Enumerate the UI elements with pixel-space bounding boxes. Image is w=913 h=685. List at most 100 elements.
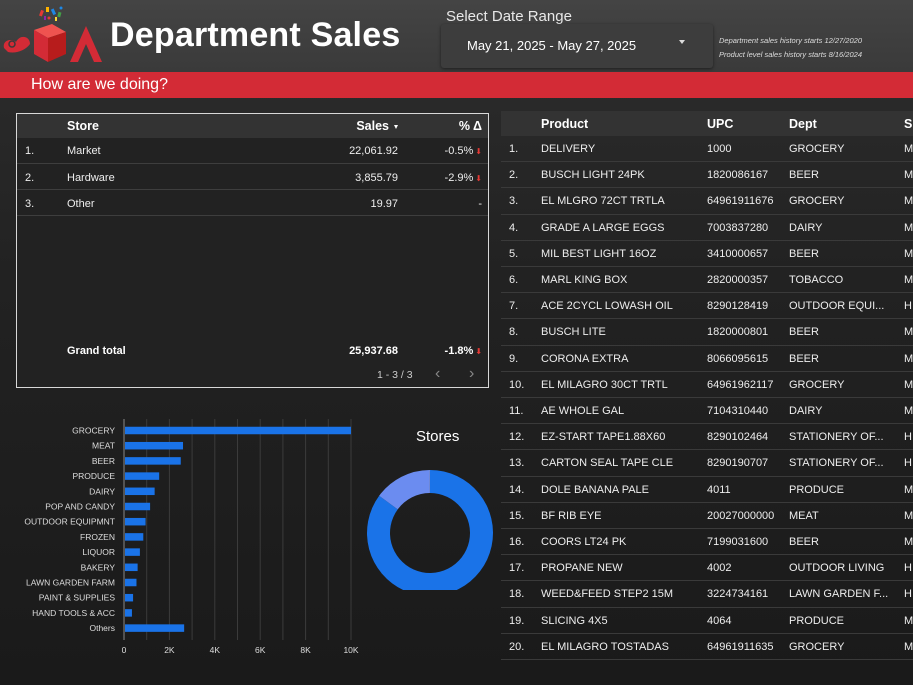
table-row[interactable]: 4. GRADE A LARGE EGGS 7003837280 DAIRY M	[501, 215, 913, 241]
table-row[interactable]: 3. Other 19.97 -	[17, 190, 488, 216]
product-store: H	[904, 457, 912, 470]
chevron-left-icon[interactable]: ‹	[435, 365, 440, 383]
table-row[interactable]: 1. Market 22,061.92 -0.5% ⬇	[17, 138, 488, 164]
product-upc: 2820000357	[707, 274, 769, 286]
bar[interactable]	[125, 533, 144, 541]
grand-total-label: Grand total	[67, 345, 126, 357]
table-row[interactable]: 2. Hardware 3,855.79 -2.9% ⬇	[17, 164, 488, 190]
column-header-pct-change[interactable]: % Δ	[459, 119, 482, 133]
category-label: PRODUCE	[72, 471, 115, 481]
product-upc: 3410000657	[707, 247, 769, 260]
product-name: EL MLGRO 72CT TRTLA	[541, 195, 665, 208]
product-store: M	[904, 143, 913, 155]
bar[interactable]	[125, 426, 351, 435]
bar[interactable]	[125, 548, 140, 556]
product-name: DOLE BANANA PALE	[541, 483, 650, 496]
row-index: 4.	[509, 221, 519, 234]
history-note-department: Department sales history starts 12/27/20…	[719, 36, 862, 45]
category-label: LAWN GARDEN FARM	[26, 578, 115, 588]
table-row[interactable]: 5. MIL BEST LIGHT 16OZ 3410000657 BEER M	[501, 241, 913, 267]
bar[interactable]	[125, 593, 134, 602]
column-header-sales[interactable]: Sales	[356, 119, 398, 133]
column-header-upc[interactable]: UPC	[707, 117, 733, 131]
table-row[interactable]: 16. COORS LT24 PK 7199031600 BEER M	[501, 529, 913, 556]
table-row[interactable]: 17. PROPANE NEW 4002 OUTDOOR LIVING H	[501, 555, 913, 582]
product-store: M	[904, 509, 913, 522]
table-row[interactable]: 6. MARL KING BOX 2820000357 TOBACCO M	[501, 267, 913, 294]
section-banner: How are we doing?	[0, 72, 913, 98]
category-label: HAND TOOLS & ACC	[32, 608, 115, 618]
table-row[interactable]: 12. EZ-START TAPE1.88X60 8290102464 STATION…	[501, 424, 913, 451]
bar[interactable]	[125, 487, 155, 496]
store-pct-change: -	[478, 198, 482, 210]
category-label: POP AND CANDY	[45, 502, 115, 512]
chevron-right-icon[interactable]: ›	[469, 365, 474, 383]
product-upc: 1000	[707, 143, 732, 155]
table-row[interactable]: 3. EL MLGRO 72CT TRTLA 64961911676 GROCERY M	[501, 188, 913, 215]
table-row[interactable]: 9. CORONA EXTRA 8066095615 BEER M	[501, 346, 913, 372]
table-row[interactable]: 2. BUSCH LIGHT 24PK 1820086167 BEER M	[501, 162, 913, 189]
column-header-dept[interactable]: Dept	[789, 117, 889, 131]
product-upc: 64961962117	[707, 378, 774, 391]
date-range-value: May 21, 2025 - May 27, 2025	[467, 38, 637, 53]
bar[interactable]	[125, 457, 181, 465]
arrow-down-icon: ⬇	[475, 347, 482, 356]
category-label: MEAT	[92, 441, 115, 451]
pct-value: -0.5%	[444, 145, 474, 157]
table-row[interactable]: 14. DOLE BANANA PALE 4011 PRODUCE M	[501, 477, 913, 503]
row-index: 18.	[509, 588, 525, 601]
column-header-store[interactable]: S	[904, 117, 913, 131]
row-index: 20.	[509, 640, 525, 653]
product-dept: BEER	[789, 536, 819, 548]
product-name: AE WHOLE GAL	[541, 405, 625, 417]
bar[interactable]	[125, 578, 137, 587]
product-store: H	[904, 562, 912, 575]
bar[interactable]	[125, 624, 185, 632]
product-upc: 64961911676	[707, 195, 774, 208]
store-name: Market	[67, 145, 101, 157]
product-dept: BEER	[789, 169, 819, 182]
stores-donut-chart: Stores	[360, 420, 500, 590]
table-row[interactable]: 20. EL MILAGRO TOSTADAS 64961911635 GROCERY…	[501, 634, 913, 660]
bar[interactable]	[125, 517, 146, 526]
table-row[interactable]: 10. EL MILAGRO 30CT TRTL 64961962117 GROCER…	[501, 372, 913, 398]
pct-value: -1.8%	[444, 345, 474, 357]
row-index: 5.	[509, 247, 519, 260]
header: Department Sales Select Date Range May 2…	[0, 0, 913, 72]
table-row[interactable]: 15. BF RIB EYE 20027000000 MEAT M	[501, 503, 913, 529]
category-label: Others	[89, 623, 115, 633]
table-row[interactable]: 8. BUSCH LITE 1820000801 BEER M	[501, 319, 913, 346]
table-row[interactable]: 7. ACE 2CYCL LOWASH OIL 8290128419 OUTDOOR …	[501, 293, 913, 320]
column-header-store[interactable]: Store	[67, 119, 99, 133]
product-name: COORS LT24 PK	[541, 536, 627, 548]
arrow-down-icon: ⬇	[475, 174, 482, 183]
bar[interactable]	[125, 441, 184, 450]
row-index: 16.	[509, 536, 525, 548]
table-row[interactable]: 11. AE WHOLE GAL 7104310440 DAIRY M	[501, 398, 913, 425]
date-range-picker[interactable]: May 21, 2025 - May 27, 2025	[441, 24, 713, 68]
product-store: M	[904, 274, 913, 286]
table-row[interactable]: 13. CARTON SEAL TAPE CLE 8290190707 STATION…	[501, 450, 913, 477]
column-header-product[interactable]: Product	[541, 117, 588, 131]
row-index: 3.	[25, 198, 35, 210]
bar[interactable]	[125, 502, 151, 511]
x-tick-label: 2K	[164, 645, 175, 655]
column-header-sales-label: Sales	[356, 119, 389, 133]
page-title: Department Sales	[110, 16, 401, 54]
product-dept: PRODUCE	[789, 483, 845, 496]
row-index: 8.	[509, 326, 519, 339]
product-dept: PRODUCE	[789, 614, 845, 627]
table-row[interactable]: 1. DELIVERY 1000 GROCERY M	[501, 136, 913, 163]
bar[interactable]	[125, 472, 160, 480]
bar[interactable]	[125, 609, 132, 617]
product-dept: DAIRY	[789, 405, 823, 417]
product-name: WEED&FEED STEP2 15M	[541, 588, 674, 601]
product-name: EL MILAGRO TOSTADAS	[541, 640, 669, 653]
grand-total-pct: -1.8% ⬇	[445, 345, 482, 357]
table-row[interactable]: 18. WEED&FEED STEP2 15M 3224734161 LAWN GAR…	[501, 581, 913, 608]
grand-total-row: Grand total 25,937.68 -1.8% ⬇	[17, 345, 488, 363]
product-name: ACE 2CYCL LOWASH OIL	[541, 300, 673, 313]
bar[interactable]	[125, 563, 138, 572]
table-row[interactable]: 19. SLICING 4X5 4064 PRODUCE M	[501, 608, 913, 634]
row-index: 1.	[509, 143, 519, 155]
